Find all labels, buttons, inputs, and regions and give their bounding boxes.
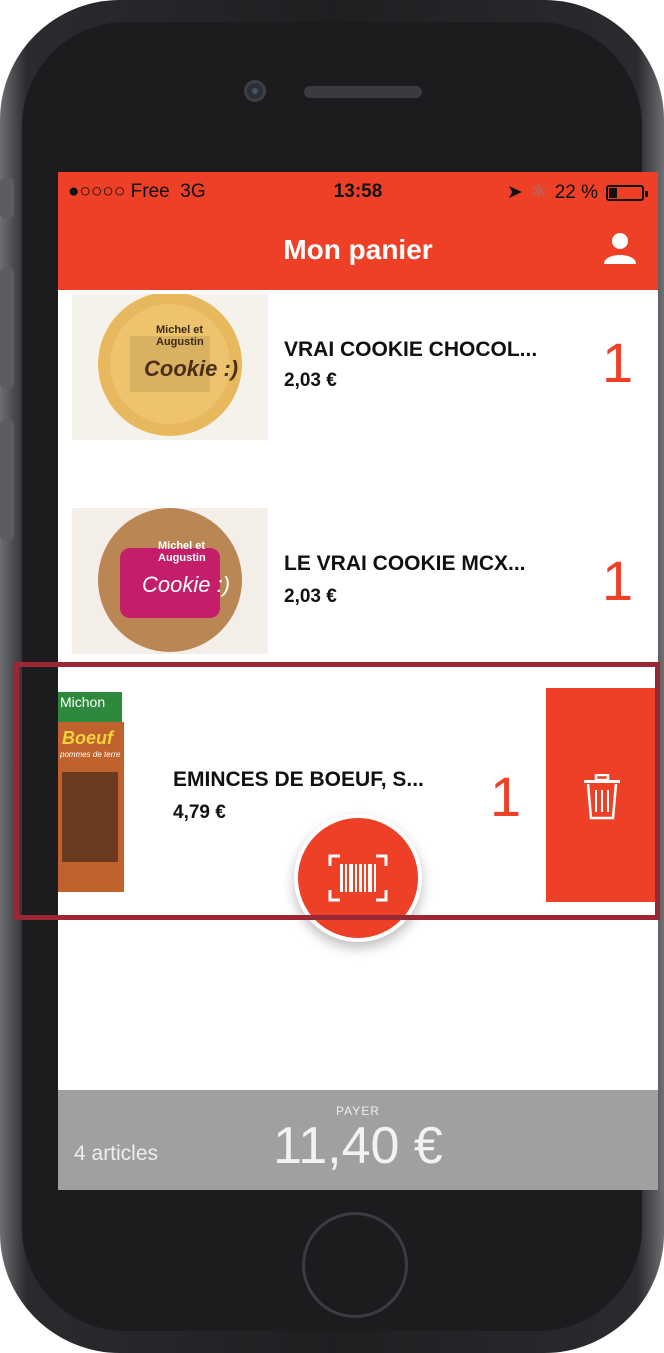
product-brand: Michel et (156, 324, 204, 336)
battery-percent: 22 % (554, 181, 598, 203)
product-label: Cookie :) (144, 356, 239, 381)
mute-switch (0, 178, 14, 218)
front-camera (244, 80, 266, 102)
home-button[interactable] (302, 1212, 408, 1318)
user-icon[interactable] (600, 228, 640, 268)
battery-icon (606, 184, 648, 201)
item-name: LE VRAI COOKIE MCX... (284, 552, 526, 575)
highlight-box (14, 662, 660, 920)
bluetooth-icon: ✱ (530, 182, 547, 203)
volume-up-button (0, 268, 14, 388)
product-brand-2: Augustin (158, 552, 206, 564)
cart-item[interactable]: Michel et Augustin Cookie :) LE VRAI COO… (58, 472, 658, 689)
nav-bar: Mon panier (58, 212, 658, 290)
checkout-bar[interactable]: PAYER 11,40 € 4 articles (58, 1090, 658, 1190)
product-brand-2: Augustin (156, 336, 204, 348)
earpiece-speaker (304, 86, 422, 98)
item-price: 2,03 € (284, 370, 337, 391)
item-price: 2,03 € (284, 586, 337, 607)
product-brand: Michel et (158, 540, 206, 552)
volume-down-button (0, 420, 14, 540)
product-label: Cookie :) (142, 572, 231, 597)
cart-item[interactable]: Michel et Augustin Cookie :) VRAI COOKIE… (58, 290, 658, 473)
status-bar: ●○○○○ Free 3G 13:58 ➤ ✱ 22 % (58, 172, 658, 212)
item-name: VRAI COOKIE CHOCOL... (284, 338, 538, 361)
page-title: Mon panier (283, 234, 433, 265)
item-quantity[interactable]: 1 (602, 548, 633, 613)
status-right: ➤ ✱ 22 % (506, 181, 648, 204)
location-icon: ➤ (506, 182, 523, 203)
article-count: 4 articles (74, 1142, 159, 1165)
item-quantity[interactable]: 1 (602, 330, 633, 395)
